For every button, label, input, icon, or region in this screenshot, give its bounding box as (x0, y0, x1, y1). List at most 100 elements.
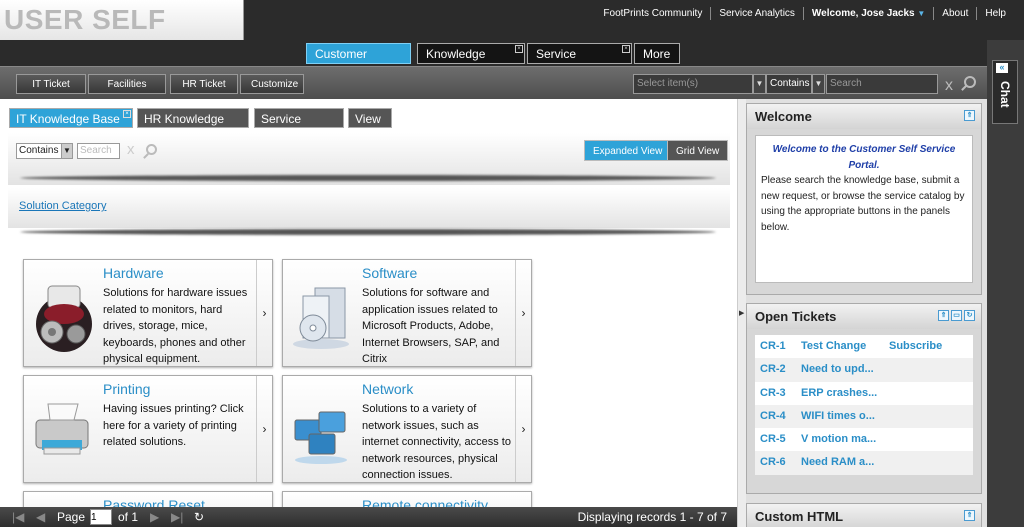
ticket-summary[interactable]: WIFI times o... (801, 405, 875, 428)
category-card-network[interactable]: Network Solutions to a variety of networ… (282, 375, 532, 483)
printer-icon (35, 403, 89, 455)
tab-label: IT Knowledge Base (16, 112, 120, 126)
ticket-id[interactable]: CR-1 (760, 335, 786, 358)
search-input[interactable]: Search (826, 74, 938, 94)
contains-select[interactable]: Contains (766, 74, 812, 94)
ticket-row[interactable]: CR-5 V motion ma... (755, 428, 973, 452)
software-icon (293, 287, 349, 349)
footprints-community-link[interactable]: FootPrints Community (595, 7, 710, 20)
tab-more[interactable]: More ▼ (634, 43, 680, 81)
tab-hr-knowledge-base[interactable]: HR Knowledge Base (137, 108, 249, 146)
panel-title: Welcome (755, 109, 812, 124)
search-icon[interactable] (964, 76, 976, 88)
chevron-down-icon[interactable]: ▼ (61, 143, 73, 159)
ticket-id[interactable]: CR-2 (760, 358, 786, 381)
chat-tab[interactable]: « Chat (992, 60, 1018, 124)
tab-knowledge-base[interactable]: Knowledge Base× (417, 43, 525, 82)
collapse-icon[interactable]: ▶ (739, 309, 744, 317)
card-description: Having issues printing? Click here for a… (103, 403, 244, 448)
ticket-id[interactable]: CR-6 (760, 451, 786, 474)
customize-button[interactable]: Customize (240, 74, 304, 94)
ticket-id[interactable]: CR-4 (760, 405, 786, 428)
top-links: FootPrints Community Service Analytics W… (595, 7, 1014, 20)
ticket-id[interactable]: CR-5 (760, 428, 786, 451)
ticket-row[interactable]: CR-4 WIFI times o... (755, 404, 973, 429)
tab-it-knowledge-base[interactable]: IT Knowledge Base × (9, 108, 133, 128)
category-card-software[interactable]: Software Solutions for software and appl… (282, 259, 532, 367)
refresh-icon[interactable]: ↻ (194, 510, 204, 524)
card-title: Printing (103, 381, 151, 397)
solution-category-link[interactable]: Solution Category (19, 200, 106, 212)
tab-service-catalog[interactable]: Service Catalog (254, 108, 344, 146)
ticket-summary[interactable]: V motion ma... (801, 428, 876, 451)
close-icon[interactable]: × (515, 45, 523, 53)
page-count: of 1 (118, 510, 139, 524)
chevron-down-icon[interactable]: ▼ (753, 74, 766, 94)
collapse-icon[interactable]: ⇑ (964, 510, 975, 521)
ticket-row[interactable]: CR-2 Need to upd... (755, 358, 973, 382)
ticket-summary[interactable]: Test Change (801, 335, 866, 358)
category-card-printing[interactable]: Printing Having issues printing? Click h… (23, 375, 273, 483)
first-page-icon[interactable]: |◀ (12, 510, 24, 524)
collapse-icon[interactable]: ⇑ (964, 110, 975, 121)
panel-header: Welcome ⇑ (747, 104, 981, 129)
network-icon (294, 411, 347, 464)
hardware-icon (36, 285, 92, 352)
it-ticket-button[interactable]: IT Ticket (16, 74, 86, 94)
ticket-summary[interactable]: ERP crashes... (801, 382, 877, 405)
grid-view-button[interactable]: Grid View (667, 140, 729, 161)
card-description: Solutions for hardware issues related to… (103, 287, 248, 365)
subscribe-link[interactable]: Subscribe (889, 335, 942, 358)
ticket-id[interactable]: CR-3 (760, 382, 786, 405)
user-menu[interactable]: Welcome, Jose Jacks ▼ (802, 7, 933, 20)
panel-title: Open Tickets (755, 309, 837, 324)
item-select[interactable]: Select item(s) (633, 74, 753, 94)
divider (20, 229, 716, 235)
chevron-right-icon[interactable]: › (515, 376, 531, 482)
ticket-row[interactable]: CR-6 Need RAM a... (755, 451, 973, 475)
welcome-body: Welcome to the Customer Self Service Por… (755, 135, 973, 283)
ticket-summary[interactable]: Need to upd... (801, 358, 874, 381)
expand-icon[interactable]: « (996, 63, 1008, 73)
facilities-ticket-button[interactable]: Facilities Ticket (88, 74, 166, 110)
clear-icon[interactable]: x (127, 141, 135, 158)
ticket-row[interactable]: CR-1 Test Change Subscribe (755, 335, 973, 359)
last-page-icon[interactable]: ▶| (171, 510, 183, 524)
close-icon[interactable]: × (622, 45, 630, 53)
records-count: Displaying records 1 - 7 of 7 (577, 510, 727, 524)
open-tickets-panel: Open Tickets ⇑ ▭ ↻ CR-1 Test Change Subscr… (746, 303, 982, 494)
hr-ticket-button[interactable]: HR Ticket (170, 74, 238, 94)
chevron-down-icon[interactable]: ▼ (812, 74, 825, 94)
help-link[interactable]: Help (976, 7, 1014, 20)
welcome-text: Please search the knowledge base, submit… (761, 175, 965, 233)
expanded-view-button[interactable]: Expanded View (584, 140, 672, 161)
collapse-icon[interactable]: ⇑ (938, 310, 949, 321)
clear-icon[interactable]: x (945, 77, 953, 95)
tab-view[interactable]: View ▼ (348, 108, 392, 145)
filter-contains-select[interactable]: Contains (16, 143, 62, 159)
service-analytics-link[interactable]: Service Analytics (710, 7, 803, 20)
panel-header: Open Tickets ⇑ ▭ ↻ (747, 304, 981, 329)
welcome-user-label: Welcome, Jose Jacks (811, 8, 915, 19)
window-icon[interactable]: ▭ (951, 310, 962, 321)
prev-page-icon[interactable]: ◀ (36, 510, 45, 524)
chevron-down-icon: ▼ (917, 9, 926, 18)
tab-customer-console[interactable]: Customer Console (306, 43, 411, 82)
chevron-right-icon[interactable]: › (515, 260, 531, 366)
refresh-icon[interactable]: ↻ (964, 310, 975, 321)
search-icon[interactable] (146, 144, 157, 155)
about-link[interactable]: About (933, 7, 976, 20)
chevron-right-icon[interactable]: › (256, 260, 272, 366)
chevron-right-icon[interactable]: › (256, 376, 272, 482)
panel-splitter[interactable]: ▶ (737, 99, 746, 527)
page-label: Page (57, 510, 86, 524)
ticket-summary[interactable]: Need RAM a... (801, 451, 874, 474)
tab-service-portfolio[interactable]: Service Portfolio× (527, 43, 632, 82)
filter-search-input[interactable]: Search (77, 143, 120, 159)
close-icon[interactable]: × (123, 110, 131, 118)
category-card-hardware[interactable]: Hardware Solutions for hardware issues r… (23, 259, 273, 367)
ticket-row[interactable]: CR-3 ERP crashes... (755, 381, 973, 405)
next-page-icon[interactable]: ▶ (150, 510, 159, 524)
page-number-input[interactable] (90, 509, 112, 525)
card-title: Software (362, 265, 418, 281)
